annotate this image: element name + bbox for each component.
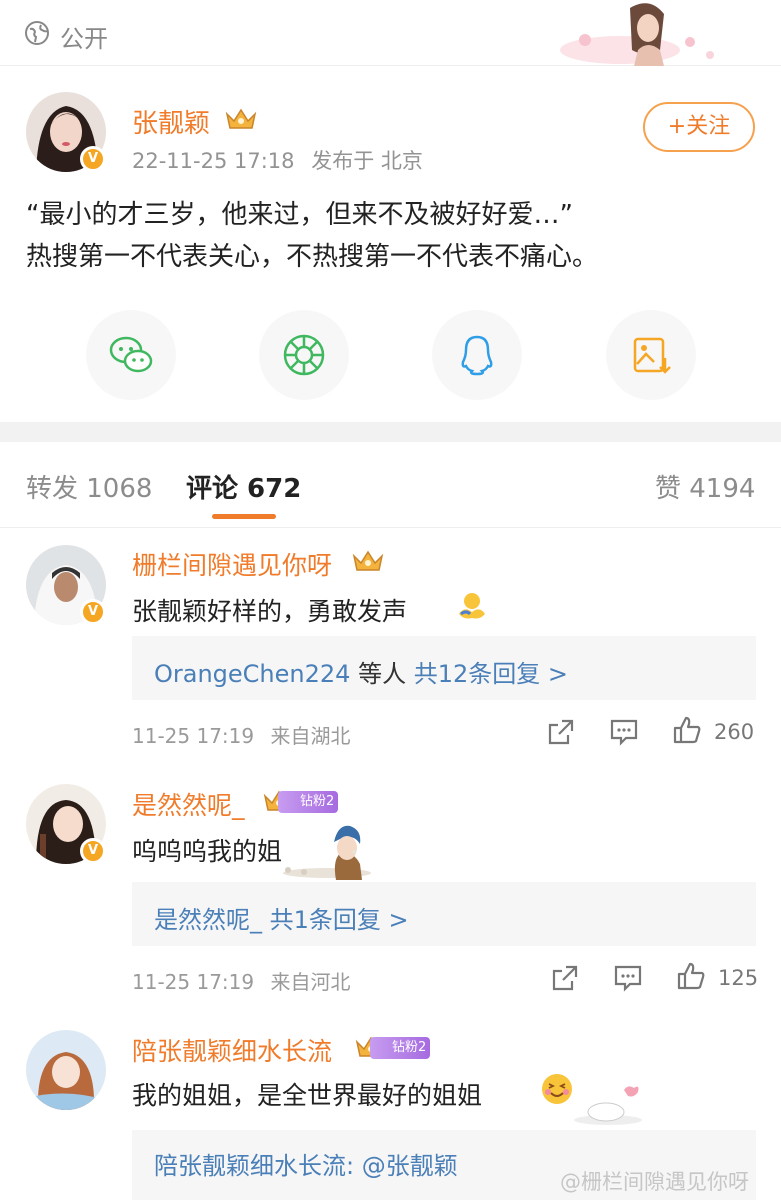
tab-repost[interactable]: 转发 1068 (26, 468, 152, 505)
post-text-line-1: “最小的才三岁，他来过，但来不及被好好爱…” (26, 200, 573, 230)
crown-icon (225, 108, 257, 129)
like-count: 125 (718, 966, 759, 990)
follow-button[interactable]: +关注 (643, 102, 755, 152)
active-tab-indicator (212, 514, 276, 519)
reply-users[interactable]: OrangeChen224 (154, 660, 350, 688)
tab-comment[interactable]: 评论 672 (186, 468, 301, 505)
comment-meta: 11-25 17:19 来自湖北 (132, 720, 350, 749)
comment-meta: 11-25 17:19 来自河北 (132, 966, 350, 995)
reply-connector (262, 906, 270, 934)
visibility-label: 公开 (60, 25, 108, 53)
post-time: 22-11-25 17:18 (132, 149, 295, 173)
reply-count[interactable]: 共1条回复 > (270, 906, 409, 934)
share-qq-button[interactable] (432, 310, 522, 400)
post-text-line-2: 热搜第一不代表关心，不热搜第一不代表不痛心。 (26, 242, 599, 272)
comment-time: 11-25 17:19 (132, 970, 255, 994)
comment-author[interactable]: 是然然呢_ (132, 786, 245, 822)
sticker-cat-icon (574, 1086, 642, 1125)
comment-location: 来自河北 (270, 970, 351, 994)
share-moments-button[interactable] (259, 310, 349, 400)
post-body: “最小的才三岁，他来过，但来不及被好好爱…” 热搜第一不代表关心，不热搜第一不代… (26, 194, 756, 278)
qq-icon (461, 335, 493, 376)
moments-icon (283, 334, 325, 376)
share-wechat-button[interactable] (86, 310, 176, 400)
crown-icon (352, 550, 384, 571)
decorative-banner (560, 3, 714, 66)
comment-text: 呜呜呜我的姐 (132, 837, 283, 866)
comment-text: 张靓颖好样的，勇敢发声 (132, 597, 408, 626)
like-count: 260 (714, 720, 755, 744)
like-icon[interactable] (676, 961, 706, 991)
wechat-icon (109, 336, 153, 373)
reply-preview[interactable]: OrangeChen224 等人 共12条回复 > (132, 636, 756, 700)
globe-icon (25, 21, 49, 45)
tab-like[interactable]: 赞 4194 (655, 468, 755, 505)
section-divider (0, 422, 781, 442)
save-image-icon (633, 337, 671, 374)
share-row (0, 310, 781, 400)
reply-count[interactable]: 共12条回复 > (414, 660, 568, 688)
reply-preview[interactable]: 是然然呢_ 共1条回复 > (132, 882, 756, 946)
hug-emoji-icon (459, 593, 485, 619)
reply-users[interactable]: 是然然呢_ (154, 906, 262, 934)
reply-users[interactable]: 陪张靓颖细水长流: (154, 1152, 354, 1180)
reply-mention[interactable]: @张靓颖 (354, 1152, 458, 1180)
reply-connector: 等人 (350, 660, 414, 688)
sticker-girl-icon (283, 825, 371, 880)
comment-author[interactable]: 陪张靓颖细水长流 (132, 1032, 332, 1068)
top-bar: 公开 (0, 0, 781, 66)
verified-badge: V (80, 599, 106, 625)
comment-icon[interactable] (609, 717, 639, 747)
like-icon[interactable] (672, 715, 702, 745)
author-name[interactable]: 张靓颖 (132, 103, 210, 140)
post-location: 发布于 北京 (311, 149, 423, 173)
comment-time: 11-25 17:19 (132, 724, 255, 748)
comment-author[interactable]: 栅栏间隙遇见你呀 (132, 546, 332, 582)
post-meta: 22-11-25 17:18 发布于 北京 (132, 145, 423, 175)
share-icon[interactable] (546, 717, 576, 747)
watermark: @栅栏间隙遇见你呀 (560, 1170, 749, 1194)
love-face-emoji-icon (542, 1074, 572, 1104)
save-image-button[interactable] (606, 310, 696, 400)
tab-bar: 转发 1068 评论 672 赞 4194 (0, 442, 781, 528)
fan-level-badge: 钻粉2 (278, 791, 339, 813)
verified-badge: V (80, 838, 106, 864)
verified-badge: V (80, 146, 106, 172)
share-icon[interactable] (550, 963, 580, 993)
comment-avatar[interactable] (26, 1030, 106, 1110)
comment-text: 我的姐姐，是全世界最好的姐姐 (132, 1081, 483, 1110)
comment-icon[interactable] (613, 963, 643, 993)
fan-level-badge: 钻粉2 (370, 1037, 431, 1059)
comment-location: 来自湖北 (270, 724, 351, 748)
